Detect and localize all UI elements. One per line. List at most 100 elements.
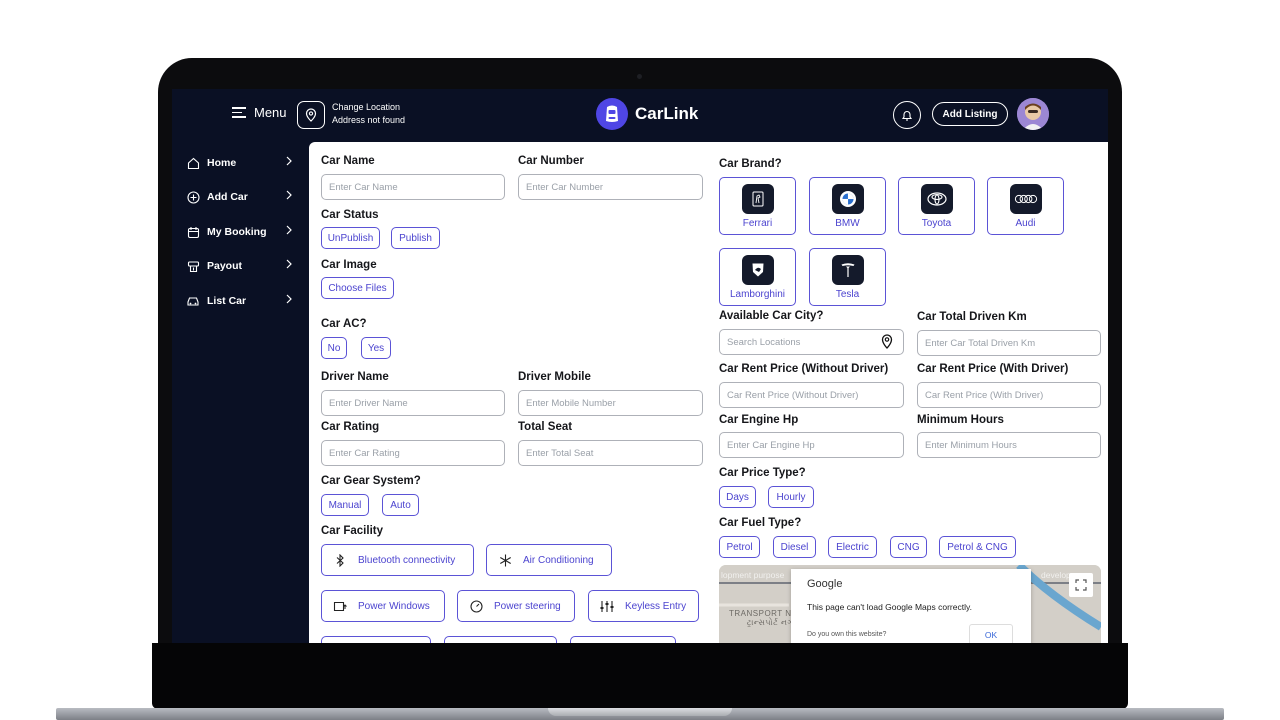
facility-power-windows[interactable]: Power Windows	[321, 590, 445, 622]
wallet-icon	[186, 259, 200, 273]
add-listing-button[interactable]: Add Listing	[932, 102, 1008, 126]
sidebar-item-label: List Car	[207, 295, 247, 307]
bmw-logo-icon	[832, 184, 864, 214]
ac-no-option[interactable]: No	[321, 337, 347, 359]
brand-name: Toyota	[921, 218, 952, 229]
car-rating-input[interactable]: Enter Car Rating	[321, 440, 505, 466]
choose-files-button[interactable]: Choose Files	[321, 277, 394, 299]
brand-name: CarLink	[635, 104, 699, 123]
facility-air-conditioning[interactable]: Air Conditioning	[486, 544, 612, 576]
lamborghini-logo-icon	[742, 255, 774, 285]
sidebar-item-payout[interactable]: Payout	[186, 256, 292, 276]
facility-keyless-entry[interactable]: Keyless Entry	[588, 590, 699, 622]
engine-hp-input[interactable]: Enter Car Engine Hp	[719, 432, 904, 458]
status-publish-option[interactable]: Publish	[391, 227, 440, 249]
app-screen: Menu Change Location Address not found C…	[172, 89, 1108, 643]
sidebar-item-my-booking[interactable]: My Booking	[186, 222, 292, 242]
ac-yes-option[interactable]: Yes	[361, 337, 391, 359]
brand-card-ferrari[interactable]: Ferrari	[719, 177, 796, 235]
car-icon	[186, 294, 200, 308]
key-icon	[589, 600, 625, 613]
brand-name: Lamborghini	[729, 289, 786, 300]
car-brand-label: Car Brand?	[719, 158, 782, 170]
add-car-form: Car Name Enter Car Name Car Number Enter…	[309, 142, 1108, 643]
notification-bell-icon[interactable]	[893, 101, 921, 129]
location-value: Address not found	[332, 115, 406, 125]
location-pin-icon[interactable]	[881, 334, 893, 354]
car-ac-label: Car AC?	[321, 318, 367, 330]
fuel-petrol-cng-option[interactable]: Petrol & CNG	[939, 536, 1016, 558]
search-locations-input[interactable]: Search Locations	[719, 329, 904, 355]
dialog-question: Do you own this website?	[807, 631, 887, 638]
fuel-type-label: Car Fuel Type?	[719, 517, 802, 529]
fuel-cng-option[interactable]: CNG	[890, 536, 927, 558]
dialog-message: This page can't load Google Maps correct…	[807, 602, 972, 612]
sidebar: Home Add Car My Booking Payout List Car	[172, 142, 308, 643]
driver-mobile-label: Driver Mobile	[518, 371, 591, 383]
price-type-days-option[interactable]: Days	[719, 486, 756, 508]
facility-bluetooth[interactable]: Bluetooth connectivity	[321, 544, 474, 576]
calendar-icon	[186, 225, 200, 239]
laptop-notch	[548, 708, 732, 716]
facility-label: Keyless Entry	[625, 600, 687, 612]
location-map[interactable]: lopment purpose developme TRANSPORT NAGA…	[719, 565, 1101, 643]
tesla-logo-icon	[832, 255, 864, 285]
avatar[interactable]	[1017, 98, 1049, 130]
total-seat-input[interactable]: Enter Total Seat	[518, 440, 703, 466]
brand-card-audi[interactable]: Audi	[987, 177, 1064, 235]
gear-system-label: Car Gear System?	[321, 475, 421, 487]
home-icon	[186, 156, 200, 170]
rent-without-driver-input[interactable]: Car Rent Price (Without Driver)	[719, 382, 904, 408]
chevron-right-icon	[286, 259, 292, 269]
dialog-ok-button[interactable]: OK	[969, 624, 1013, 643]
fullscreen-icon[interactable]	[1069, 573, 1093, 597]
car-name-input[interactable]: Enter Car Name	[321, 174, 505, 200]
car-number-input[interactable]: Enter Car Number	[518, 174, 703, 200]
sidebar-item-list-car[interactable]: List Car	[186, 291, 292, 311]
map-watermark: lopment purpose	[721, 570, 785, 580]
maps-error-dialog: Google This page can't load Google Maps …	[791, 569, 1031, 643]
facility-more-1[interactable]	[321, 636, 431, 643]
change-location[interactable]: Change Location Address not found	[332, 101, 405, 127]
sidebar-item-add-car[interactable]: Add Car	[186, 187, 292, 207]
location-title: Change Location	[332, 102, 401, 112]
facility-more-2[interactable]	[444, 636, 557, 643]
driver-mobile-input[interactable]: Enter Mobile Number	[518, 390, 703, 416]
engine-hp-label: Car Engine Hp	[719, 414, 799, 426]
driver-name-label: Driver Name	[321, 371, 389, 383]
fuel-petrol-option[interactable]: Petrol	[719, 536, 760, 558]
facility-power-steering[interactable]: Power steering	[457, 590, 575, 622]
brand[interactable]: CarLink	[596, 98, 698, 130]
rent-with-driver-input[interactable]: Car Rent Price (With Driver)	[917, 382, 1101, 408]
location-pin-icon[interactable]	[297, 101, 325, 129]
status-unpublish-option[interactable]: UnPublish	[321, 227, 380, 249]
hamburger-icon	[232, 107, 246, 118]
minimum-hours-input[interactable]: Enter Minimum Hours	[917, 432, 1101, 458]
fuel-electric-option[interactable]: Electric	[828, 536, 877, 558]
driver-name-input[interactable]: Enter Driver Name	[321, 390, 505, 416]
fuel-diesel-option[interactable]: Diesel	[773, 536, 816, 558]
top-bar: Menu Change Location Address not found C…	[172, 89, 1108, 142]
car-rating-label: Car Rating	[321, 421, 380, 433]
brand-name: Tesla	[835, 289, 860, 300]
toyota-logo-icon	[921, 184, 953, 214]
brand-card-lamborghini[interactable]: Lamborghini	[719, 248, 796, 306]
brand-card-bmw[interactable]: BMW	[809, 177, 886, 235]
sidebar-item-home[interactable]: Home	[186, 153, 292, 173]
sidebar-item-label: Home	[207, 157, 237, 169]
brand-card-toyota[interactable]: Toyota	[898, 177, 975, 235]
price-type-hourly-option[interactable]: Hourly	[768, 486, 814, 508]
bluetooth-icon	[322, 553, 358, 567]
total-driven-input[interactable]: Enter Car Total Driven Km	[917, 330, 1101, 356]
menu-button[interactable]: Menu	[232, 105, 287, 120]
brand-card-tesla[interactable]: Tesla	[809, 248, 886, 306]
car-name-label: Car Name	[321, 155, 375, 167]
facility-more-3[interactable]	[570, 636, 676, 643]
chevron-right-icon	[286, 225, 292, 235]
gear-auto-option[interactable]: Auto	[382, 494, 419, 516]
car-status-label: Car Status	[321, 209, 379, 221]
car-number-label: Car Number	[518, 155, 584, 167]
chevron-right-icon	[286, 190, 292, 200]
gear-manual-option[interactable]: Manual	[321, 494, 369, 516]
rent-with-driver-label: Car Rent Price (With Driver)	[917, 363, 1069, 375]
